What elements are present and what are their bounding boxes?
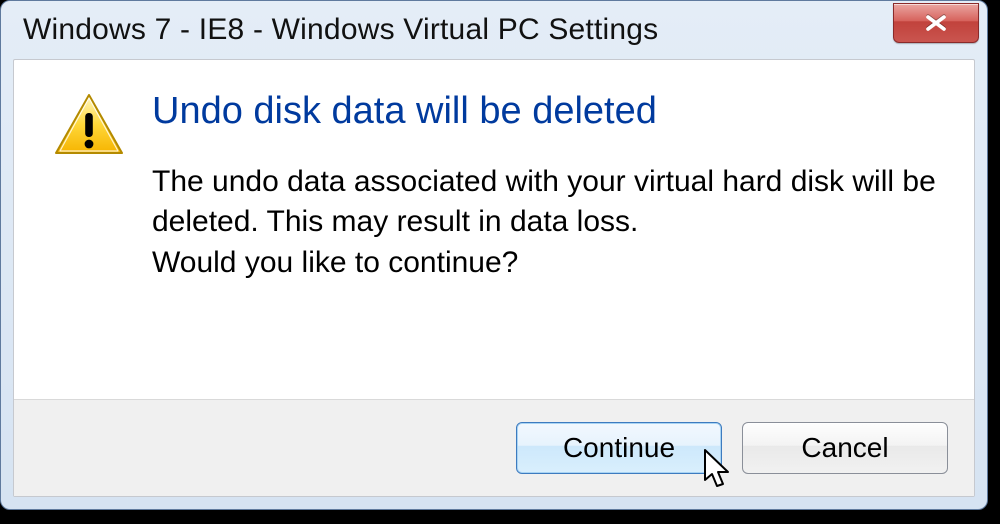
- window-title: Windows 7 - IE8 - Windows Virtual PC Set…: [23, 13, 658, 47]
- dialog-body-line1: The undo data associated with your virtu…: [152, 165, 936, 239]
- continue-button[interactable]: Continue: [516, 422, 722, 474]
- close-icon: [917, 13, 955, 33]
- dialog-client-area: Undo disk data will be deleted The undo …: [13, 59, 975, 497]
- cancel-button[interactable]: Cancel: [742, 422, 948, 474]
- button-row: Continue Cancel: [14, 399, 974, 496]
- close-button[interactable]: [893, 3, 979, 43]
- dialog-body-line2: Would you like to continue?: [152, 246, 518, 279]
- titlebar: Windows 7 - IE8 - Windows Virtual PC Set…: [1, 1, 987, 59]
- dialog-heading: Undo disk data will be deleted: [152, 90, 940, 134]
- dialog-body: The undo data associated with your virtu…: [152, 162, 940, 284]
- warning-icon: [52, 92, 126, 158]
- dialog-content: Undo disk data will be deleted The undo …: [14, 60, 974, 399]
- dialog-window: Windows 7 - IE8 - Windows Virtual PC Set…: [0, 0, 988, 510]
